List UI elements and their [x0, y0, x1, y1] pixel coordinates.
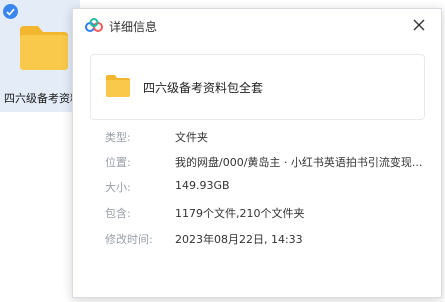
- detail-row-type: 类型: 文件夹: [105, 129, 425, 147]
- dialog-title: 详细信息: [109, 20, 158, 34]
- detail-row-contains: 包含: 1179个文件,210个文件夹: [105, 205, 425, 223]
- detail-label: 修改时间:: [105, 233, 153, 246]
- selected-file-tile[interactable]: 四六级备考资料包全套: [0, 0, 114, 112]
- detail-row-size: 大小: 149.93GB: [105, 179, 425, 197]
- detail-value: 文件夹: [175, 131, 208, 144]
- folder-icon: [105, 74, 131, 98]
- detail-value: 2023年08月22日, 14:33: [175, 233, 303, 246]
- detail-label: 位置:: [105, 156, 131, 169]
- item-panel: 四六级备考资料包全套: [90, 54, 425, 120]
- detail-label: 类型:: [105, 131, 131, 144]
- detail-row-location: 位置: 我的网盘/000/黄岛主 · 小红书英语拍书引流变现...: [105, 154, 425, 172]
- check-icon[interactable]: [3, 4, 18, 19]
- close-button[interactable]: [407, 13, 431, 37]
- cloud-logo-icon: [85, 18, 103, 34]
- close-icon: [413, 19, 425, 31]
- detail-label: 大小:: [105, 181, 131, 194]
- detail-row-modified: 修改时间: 2023年08月22日, 14:33: [105, 231, 425, 249]
- detail-value: 1179个文件,210个文件夹: [175, 207, 305, 220]
- location-link[interactable]: 我的网盘/000/黄岛主 · 小红书英语拍书引流变现...: [175, 154, 422, 170]
- detail-label: 包含:: [105, 207, 131, 220]
- item-name: 四六级备考资料包全套: [143, 81, 264, 95]
- detail-value: 149.93GB: [175, 179, 230, 192]
- details-dialog: 详细信息 四六级备考资料包全套 类型: 文件夹 位置: 我的网盘/000/黄岛主…: [72, 8, 442, 298]
- folder-icon: [16, 22, 72, 74]
- dialog-titlebar: 详细信息: [73, 9, 441, 45]
